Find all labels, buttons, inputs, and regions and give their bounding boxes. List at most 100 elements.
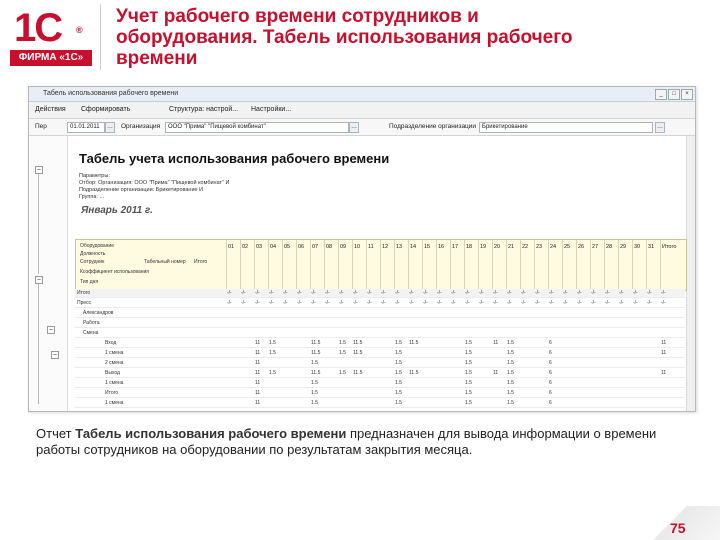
table-cell: 1.5 (311, 390, 318, 396)
row-label: Вход (105, 340, 117, 346)
table-cell: -/- (661, 290, 666, 296)
table-row: 1 смена 11 1.5 1.5 1.5 1.5 6 (75, 399, 685, 408)
table-cell: -/- (437, 290, 442, 296)
day-column-header: 19 (480, 244, 487, 250)
day-column-header: 10 (354, 244, 361, 250)
table-cell: 11 (255, 380, 261, 386)
logo-firm-label: ФИРМА «1С» (10, 50, 92, 66)
column-divider (464, 240, 465, 290)
row-label: Работа (83, 320, 100, 326)
col-position: Должность (80, 251, 106, 257)
table-cell: -/- (647, 300, 652, 306)
column-divider (646, 240, 647, 290)
table-cell: 1.5 (465, 370, 472, 376)
col-usage-coef: Коэффициент использования (80, 269, 149, 275)
table-cell: -/- (619, 290, 624, 296)
table-cell: -/- (521, 290, 526, 296)
meta-line: Группа: ... (79, 194, 105, 200)
organization-field[interactable]: ООО "Прима" "Пищевой комбинат" (165, 122, 349, 133)
col-employee: Сотрудник (80, 259, 105, 265)
table-cell: 11 (255, 370, 261, 376)
vertical-scrollbar[interactable] (686, 136, 695, 411)
table-cell: 1.5 (465, 380, 472, 386)
row-label: 1 смена (105, 380, 124, 386)
row-label: Итого (105, 390, 119, 396)
column-divider (338, 240, 339, 290)
column-divider (254, 240, 255, 290)
group-gutter: – – – – (29, 136, 68, 411)
period-select-button[interactable]: … (105, 122, 115, 133)
maximize-button[interactable]: □ (668, 89, 680, 100)
table-cell: 11.5 (311, 350, 321, 356)
table-cell: -/- (367, 300, 372, 306)
table-cell: -/- (283, 290, 288, 296)
table-cell: 1.5 (465, 360, 472, 366)
day-column-header: 04 (270, 244, 277, 250)
slide-description: Отчет Табель использования рабочего врем… (36, 426, 676, 458)
table-cell: 1.5 (507, 350, 514, 356)
table-cell: -/- (465, 290, 470, 296)
day-column-header: 22 (522, 244, 529, 250)
period-field[interactable]: 01.01.2011 (67, 122, 105, 133)
table-cell: 1.5 (507, 360, 514, 366)
day-column-header: 21 (508, 244, 515, 250)
table-cell: -/- (353, 300, 358, 306)
table-cell: -/- (311, 290, 316, 296)
table-cell: 11.5 (353, 370, 363, 376)
division-field[interactable]: Брикетирование (479, 122, 653, 133)
table-cell: 11 (255, 340, 261, 346)
table-cell: 1.5 (395, 370, 402, 376)
structure-button[interactable]: Структура: настрой... (169, 102, 238, 118)
table-cell: 1.5 (395, 360, 402, 366)
table-cell: 1.5 (465, 400, 472, 406)
row-label: 1 смена (105, 350, 124, 356)
logo-reg: ® (76, 25, 83, 35)
table-cell: -/- (269, 300, 274, 306)
collapse-toggle[interactable]: – (35, 276, 43, 284)
division-select-button[interactable]: … (655, 122, 665, 133)
row-cells: 11 1.5 1.5 1.5 1.5 6 (225, 359, 685, 367)
table-cell: -/- (535, 290, 540, 296)
table-cell: -/- (227, 290, 232, 296)
table-cell: -/- (451, 290, 456, 296)
minimize-button[interactable]: _ (655, 89, 667, 100)
table-cell: 1.5 (269, 350, 276, 356)
table-cell: -/- (507, 290, 512, 296)
row-cells (225, 309, 685, 317)
row-cells: 11 1.5 11.5 1.5 11.5 1.5 11.5 1.5 11 1.5 6 11 (225, 369, 685, 377)
description-prefix: Отчет (36, 426, 76, 441)
actions-menu[interactable]: Действия (35, 102, 66, 118)
collapse-toggle[interactable]: – (35, 166, 43, 174)
column-divider (268, 240, 269, 290)
table-row: Работа (75, 319, 685, 328)
table-cell: 11 (661, 340, 667, 346)
day-column-header: 29 (620, 244, 627, 250)
table-cell: 6 (549, 360, 552, 366)
day-column-header: 17 (452, 244, 459, 250)
collapse-toggle[interactable]: – (51, 351, 59, 359)
report-table-body: Итого -/- -/- -/- -/- -/- -/- -/- -/- -/- -/- -/- -/… (75, 289, 685, 411)
close-button[interactable]: × (681, 89, 693, 100)
column-divider (520, 240, 521, 290)
table-row: 1 смена 11 1.5 11.5 1.5 11.5 1.5 1.5 1.5 6 11 (75, 349, 685, 358)
settings-button[interactable]: Настройки... (251, 102, 291, 118)
table-cell: -/- (493, 300, 498, 306)
day-column-header: 09 (340, 244, 347, 250)
table-cell: -/- (605, 290, 610, 296)
day-column-header: 25 (564, 244, 571, 250)
table-cell: 6 (549, 350, 552, 356)
organization-select-button[interactable]: … (349, 122, 359, 133)
column-divider (450, 240, 451, 290)
generate-button[interactable]: Сформировать (81, 102, 130, 118)
table-cell: -/- (395, 300, 400, 306)
row-cells: 11 1.5 1.5 1.5 1.5 6 (225, 389, 685, 397)
column-divider (632, 240, 633, 290)
report-title: Табель учета использования рабочего врем… (79, 151, 390, 166)
row-cells (225, 319, 685, 327)
description-report-name: Табель использования рабочего времени (75, 426, 347, 441)
period-label: Пер (35, 123, 47, 130)
report-sheet: Табель учета использования рабочего врем… (71, 139, 687, 411)
collapse-toggle[interactable]: – (47, 326, 55, 334)
column-divider (296, 240, 297, 290)
table-cell: -/- (521, 300, 526, 306)
